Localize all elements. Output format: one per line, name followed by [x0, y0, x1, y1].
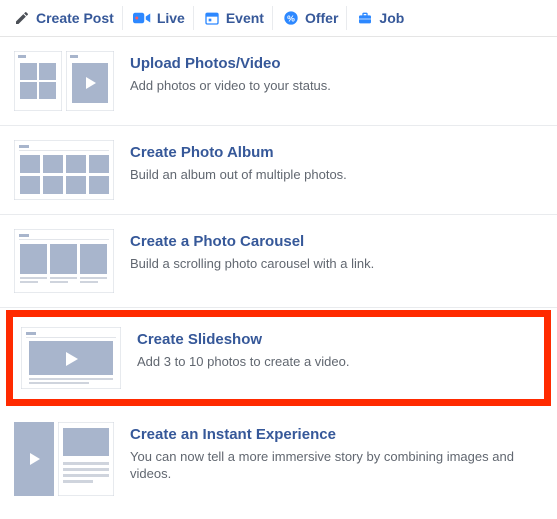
slideshow-thumbnail-icon [21, 327, 121, 389]
calendar-icon [204, 10, 220, 26]
option-create-instant-experience[interactable]: Create an Instant Experience You can now… [0, 408, 557, 510]
option-info: Create Slideshow Add 3 to 10 photos to c… [137, 327, 536, 371]
briefcase-icon [357, 10, 373, 26]
upload-thumbnail-icon [14, 51, 114, 111]
option-title: Create Photo Album [130, 144, 543, 161]
option-desc: Build a scrolling photo carousel with a … [130, 256, 543, 273]
create-post-tabs: Create Post Live Event % Offer Job [0, 0, 557, 37]
option-info: Upload Photos/Video Add photos or video … [130, 51, 543, 95]
option-desc: You can now tell a more immersive story … [130, 449, 543, 483]
tab-offer[interactable]: % Offer [275, 6, 347, 30]
option-title: Create an Instant Experience [130, 426, 543, 443]
carousel-thumbnail-icon [14, 229, 114, 293]
tab-label: Job [379, 10, 404, 26]
tab-job[interactable]: Job [349, 6, 412, 30]
option-title: Upload Photos/Video [130, 55, 543, 72]
instant-experience-thumbnail-icon [14, 422, 114, 496]
tab-label: Live [157, 10, 185, 26]
option-title: Create a Photo Carousel [130, 233, 543, 250]
tab-label: Event [226, 10, 264, 26]
tab-event[interactable]: Event [196, 6, 273, 30]
option-create-slideshow[interactable]: Create Slideshow Add 3 to 10 photos to c… [13, 317, 544, 399]
option-upload-photos-video[interactable]: Upload Photos/Video Add photos or video … [0, 37, 557, 126]
svg-text:%: % [287, 13, 295, 23]
option-desc: Build an album out of multiple photos. [130, 167, 543, 184]
percent-icon: % [283, 10, 299, 26]
pencil-icon [14, 10, 30, 26]
tab-live[interactable]: Live [125, 6, 194, 30]
tab-create-post[interactable]: Create Post [6, 6, 123, 30]
post-type-list: Upload Photos/Video Add photos or video … [0, 37, 557, 510]
option-info: Create an Instant Experience You can now… [130, 422, 543, 483]
live-video-icon [133, 11, 151, 25]
option-create-photo-carousel[interactable]: Create a Photo Carousel Build a scrollin… [0, 215, 557, 308]
highlight-box: Create Slideshow Add 3 to 10 photos to c… [6, 310, 551, 406]
tab-label: Offer [305, 10, 338, 26]
option-create-photo-album[interactable]: Create Photo Album Build an album out of… [0, 126, 557, 215]
option-title: Create Slideshow [137, 331, 536, 348]
option-info: Create Photo Album Build an album out of… [130, 140, 543, 184]
option-desc: Add 3 to 10 photos to create a video. [137, 354, 536, 371]
tab-label: Create Post [36, 10, 114, 26]
option-desc: Add photos or video to your status. [130, 78, 543, 95]
option-info: Create a Photo Carousel Build a scrollin… [130, 229, 543, 273]
album-thumbnail-icon [14, 140, 114, 200]
